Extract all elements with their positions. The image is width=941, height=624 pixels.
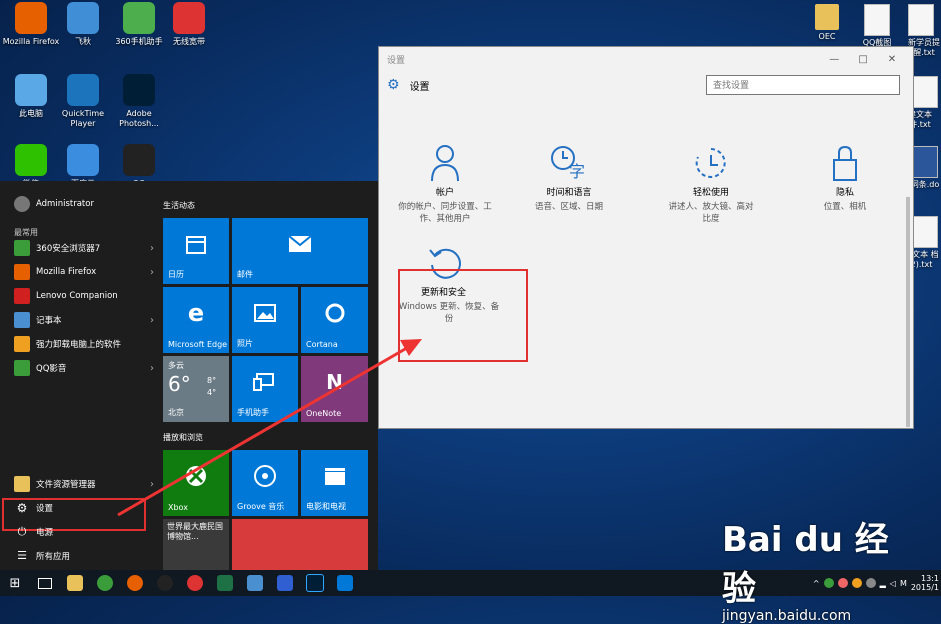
file-explorer-taskbar-icon[interactable]: [60, 570, 90, 596]
360-browser-taskbar-icon[interactable]: [90, 570, 120, 596]
weibo-taskbar-icon[interactable]: [180, 570, 210, 596]
qq-taskbar-icon[interactable]: [150, 570, 180, 596]
ime-icon[interactable]: M: [900, 579, 907, 588]
photoshop-taskbar-icon[interactable]: [300, 570, 330, 596]
watermark-url: jingyan.baidu.com: [722, 608, 852, 624]
start-button[interactable]: ⊞: [0, 570, 30, 596]
clock-time: 13:1: [921, 574, 939, 583]
watermark-logo: Bai du 经验: [722, 520, 889, 609]
notepad-taskbar-icon[interactable]: [240, 570, 270, 596]
annotation-arrow: [117, 339, 422, 517]
firefox-taskbar-icon[interactable]: [120, 570, 150, 596]
task-view-button[interactable]: [30, 570, 60, 596]
baidu-taskbar-icon[interactable]: [270, 570, 300, 596]
clock-date: 2015/1: [910, 583, 939, 592]
clock[interactable]: 13:1 2015/1: [911, 574, 939, 592]
baidu-watermark: Bai du 经验 jingyan.baidu.com: [722, 512, 892, 624]
settings-taskbar-icon[interactable]: [330, 570, 360, 596]
excel-taskbar-icon[interactable]: [210, 570, 240, 596]
